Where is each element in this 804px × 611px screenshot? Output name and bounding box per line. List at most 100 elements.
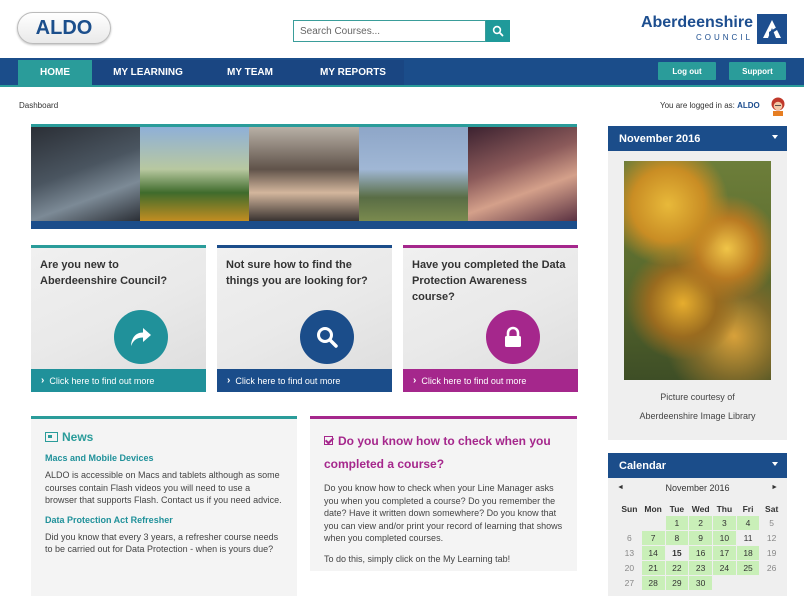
nav-my-learning[interactable]: MY LEARNING: [103, 60, 193, 85]
weekday-label: Sat: [765, 503, 779, 514]
calendar-day[interactable]: 25: [736, 561, 760, 575]
calendar-day[interactable]: 27: [618, 576, 641, 590]
calendar-day[interactable]: 14: [641, 546, 665, 560]
support-button[interactable]: Support: [729, 62, 786, 80]
news-item-body: ALDO is accessible on Macs and tablets a…: [45, 470, 282, 505]
card-link[interactable]: › Click here to find out more: [31, 369, 206, 392]
share-arrow-icon: [131, 328, 151, 346]
calendar-day[interactable]: 18: [736, 546, 760, 560]
search-icon: [492, 25, 504, 37]
breadcrumb[interactable]: Dashboard: [19, 101, 58, 110]
calendar-day[interactable]: 9: [689, 531, 713, 545]
calendar-day[interactable]: 2: [689, 516, 713, 530]
calendar-day[interactable]: 1: [665, 516, 689, 530]
calendar-day[interactable]: 30: [689, 576, 713, 590]
calendar-day[interactable]: 13: [618, 546, 641, 560]
weekday-label: Mon: [644, 503, 662, 514]
calendar-title: Calendar: [619, 459, 667, 472]
caret-down-icon[interactable]: [772, 135, 778, 139]
calendar-day[interactable]: 24: [713, 561, 736, 575]
calendar-day-today[interactable]: 15: [666, 546, 689, 560]
calendar-day[interactable]: 4: [736, 516, 760, 530]
council-sub: COUNCIL: [695, 33, 753, 42]
calendar-day[interactable]: 26: [760, 561, 783, 575]
calendar-day[interactable]: 12: [760, 531, 783, 545]
calendar-day[interactable]: 10: [713, 531, 736, 545]
next-month-icon[interactable]: ►: [771, 484, 778, 491]
calendar-day[interactable]: 8: [665, 531, 689, 545]
search-button[interactable]: [486, 20, 510, 42]
calendar-day[interactable]: 11: [737, 531, 760, 545]
card-title: Are you new to Aberdeenshire Council?: [40, 259, 168, 287]
council-logo: Aberdeenshire COUNCIL: [637, 14, 753, 42]
search-bar: [293, 20, 510, 42]
calendar-day[interactable]: 22: [665, 561, 689, 575]
calendar-header[interactable]: Calendar: [608, 453, 787, 478]
calendar-nav: ◄ November 2016 ►: [608, 483, 787, 497]
calendar-day: [713, 576, 736, 590]
calendar-day[interactable]: 19: [760, 546, 783, 560]
photo-caption-line: Aberdeenshire Image Library: [639, 411, 756, 421]
logout-button[interactable]: Log out: [658, 62, 716, 80]
card-link-text: Click here to find out more: [421, 375, 527, 386]
card-find-things[interactable]: Not sure how to find the things you are …: [217, 245, 392, 392]
banner-photo-carer: [249, 127, 359, 221]
newspaper-icon: [45, 432, 58, 442]
calendar-day[interactable]: 16: [689, 546, 713, 560]
card-link[interactable]: › Click here to find out more: [217, 369, 392, 392]
nav-my-team[interactable]: MY TEAM: [210, 60, 290, 85]
chevron-right-icon: ›: [413, 375, 417, 386]
news-item-body: Did you know that every 3 years, a refre…: [45, 531, 279, 555]
nav-home[interactable]: HOME: [18, 60, 92, 85]
site-header: ALDO Aberdeenshire COUNCIL: [0, 0, 804, 58]
news-item-title[interactable]: Macs and Mobile Devices: [45, 453, 283, 463]
calendar-day[interactable]: 21: [641, 561, 665, 575]
photo-caption: Picture courtesy of Aberdeenshire Image …: [608, 388, 787, 426]
chevron-right-icon: ›: [227, 375, 231, 386]
calendar-day: [618, 516, 641, 530]
card-icon-circle: [486, 310, 540, 364]
calendar-day[interactable]: 6: [618, 531, 641, 545]
calendar-widget: Calendar ◄ November 2016 ► Sun Mon Tue W…: [608, 453, 787, 596]
aldo-logo[interactable]: ALDO: [17, 12, 111, 44]
weekday-label: Wed: [691, 503, 710, 514]
month-widget-header[interactable]: November 2016: [608, 126, 787, 151]
user-avatar-icon[interactable]: [769, 96, 787, 116]
calendar-day: [760, 576, 783, 590]
calendar-day[interactable]: 17: [713, 546, 736, 560]
card-link[interactable]: › Click here to find out more: [403, 369, 578, 392]
card-title: Not sure how to find the things you are …: [226, 259, 368, 287]
lock-icon: [505, 326, 521, 347]
calendar-day: [737, 576, 760, 590]
card-link-text: Click here to find out more: [235, 375, 341, 386]
card-icon-circle: [114, 310, 168, 364]
check-paragraph: To do this, simply click on the My Learn…: [324, 553, 511, 564]
weekday-label: Tue: [669, 503, 685, 514]
weekday-label: Fri: [742, 503, 754, 514]
check-completion-panel: Do you know how to check when you comple…: [310, 416, 577, 571]
weekday-label: Sun: [621, 503, 638, 514]
banner-photo-computers: [31, 127, 141, 221]
calendar-day[interactable]: 23: [689, 561, 713, 575]
news-item-title[interactable]: Data Protection Act Refresher: [45, 515, 283, 525]
calendar-day[interactable]: 20: [618, 561, 641, 575]
news-heading-text: News: [62, 430, 94, 444]
hero-banner: [31, 124, 577, 229]
card-new-to-council[interactable]: Are you new to Aberdeenshire Council? › C…: [31, 245, 206, 392]
autumn-tree-photo: [624, 161, 771, 380]
search-icon: [317, 327, 338, 348]
card-data-protection[interactable]: Have you completed the Data Protection A…: [403, 245, 578, 392]
search-input[interactable]: [293, 20, 486, 42]
calendar-day[interactable]: 29: [665, 576, 689, 590]
calendar-day[interactable]: 5: [760, 516, 783, 530]
calendar-day[interactable]: 28: [641, 576, 665, 590]
calendar-day: [642, 516, 665, 530]
caret-down-icon[interactable]: [772, 462, 778, 466]
banner-photo-outdoors: [358, 127, 468, 221]
nav-my-reports[interactable]: MY REPORTS: [303, 60, 403, 85]
calendar-day[interactable]: 7: [641, 531, 665, 545]
login-username[interactable]: ALDO: [737, 101, 760, 110]
calendar-month: November 2016: [665, 483, 730, 493]
council-name: Aberdeenshire: [640, 14, 753, 31]
calendar-day[interactable]: 3: [713, 516, 736, 530]
